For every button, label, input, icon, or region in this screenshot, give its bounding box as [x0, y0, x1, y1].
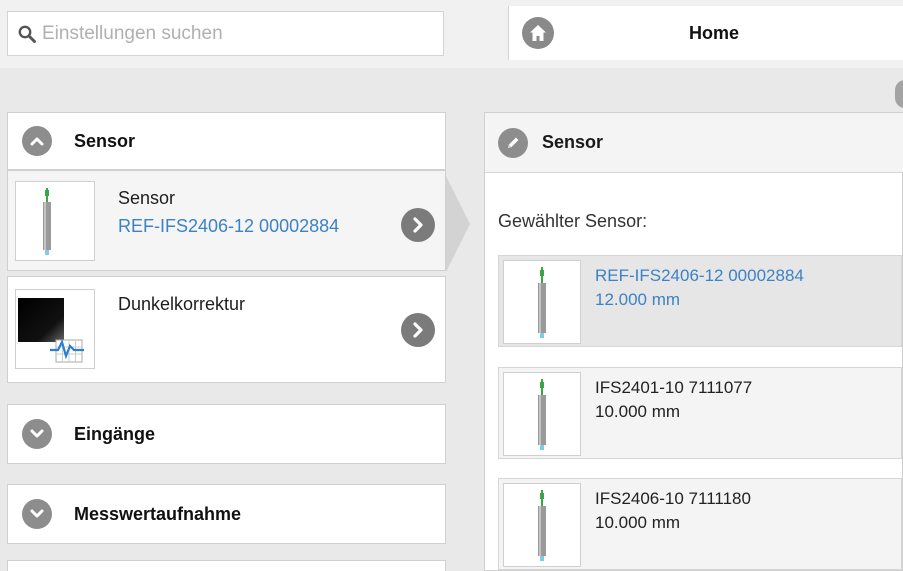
- active-item-pointer: [446, 176, 470, 272]
- chosen-sensor-label: Gewählter Sensor:: [498, 211, 648, 231]
- sensor-range: 10.000 mm: [595, 513, 681, 532]
- section-measurement-header[interactable]: Messwertaufnahme: [7, 484, 446, 544]
- sensor-name: REF-IFS2406-12 00002884: [595, 266, 804, 285]
- top-bar: Home: [0, 0, 903, 68]
- panel-title: Sensor: [542, 132, 604, 152]
- sensor-list-item[interactable]: IFS2406-10 7111180 10.000 mm: [498, 478, 902, 570]
- sensor-probe-icon: [503, 372, 581, 456]
- sensor-detail-panel: Sensor Gewählter Sensor: REF-IFS2406-12 …: [484, 112, 903, 571]
- chevron-right-icon[interactable]: [401, 208, 435, 242]
- scroll-handle[interactable]: [895, 80, 903, 108]
- selected-sensor-link[interactable]: REF-IFS2406-12 00002884: [118, 216, 339, 237]
- search-box[interactable]: [7, 11, 444, 56]
- sensor-probe-icon: [503, 483, 581, 567]
- section-label: Sensor: [74, 130, 136, 151]
- card-title: Sensor: [118, 188, 176, 208]
- page-title: Home: [689, 23, 740, 43]
- sensor-list-item[interactable]: IFS2401-10 7111077 10.000 mm: [498, 367, 902, 459]
- home-icon: [530, 25, 546, 41]
- chevron-down-icon: [22, 499, 52, 529]
- header-bar: Home: [508, 6, 903, 60]
- search-input[interactable]: [42, 22, 422, 45]
- menu-card-dark-correction[interactable]: Dunkelkorrektur: [7, 276, 446, 383]
- section-label: Messwertaufnahme: [74, 503, 242, 524]
- section-sensor-header[interactable]: Sensor: [7, 112, 446, 170]
- menu-card-sensor[interactable]: Sensor REF-IFS2406-12 00002884: [7, 170, 446, 271]
- sensor-range: 12.000 mm: [595, 290, 681, 309]
- chevron-right-icon[interactable]: [401, 313, 435, 347]
- pencil-icon[interactable]: [498, 127, 528, 158]
- sensor-probe-icon: [15, 181, 95, 261]
- card-title: Dunkelkorrektur: [118, 294, 246, 314]
- section-next-header[interactable]: [7, 560, 446, 571]
- dark-correction-icon: [15, 289, 95, 369]
- chevron-up-icon: [22, 126, 52, 156]
- sensor-list-item[interactable]: REF-IFS2406-12 00002884 12.000 mm: [498, 255, 902, 347]
- sensor-name: IFS2401-10 7111077: [595, 378, 753, 397]
- section-label: Eingänge: [74, 423, 156, 444]
- sensor-range: 10.000 mm: [595, 402, 681, 421]
- search-icon: [18, 25, 36, 43]
- home-button[interactable]: [522, 17, 554, 49]
- panel-header: Sensor: [485, 113, 903, 173]
- section-inputs-header[interactable]: Eingänge: [7, 404, 446, 464]
- sensor-name: IFS2406-10 7111180: [595, 489, 751, 508]
- sensor-probe-icon: [503, 260, 581, 344]
- chevron-down-icon: [22, 419, 52, 449]
